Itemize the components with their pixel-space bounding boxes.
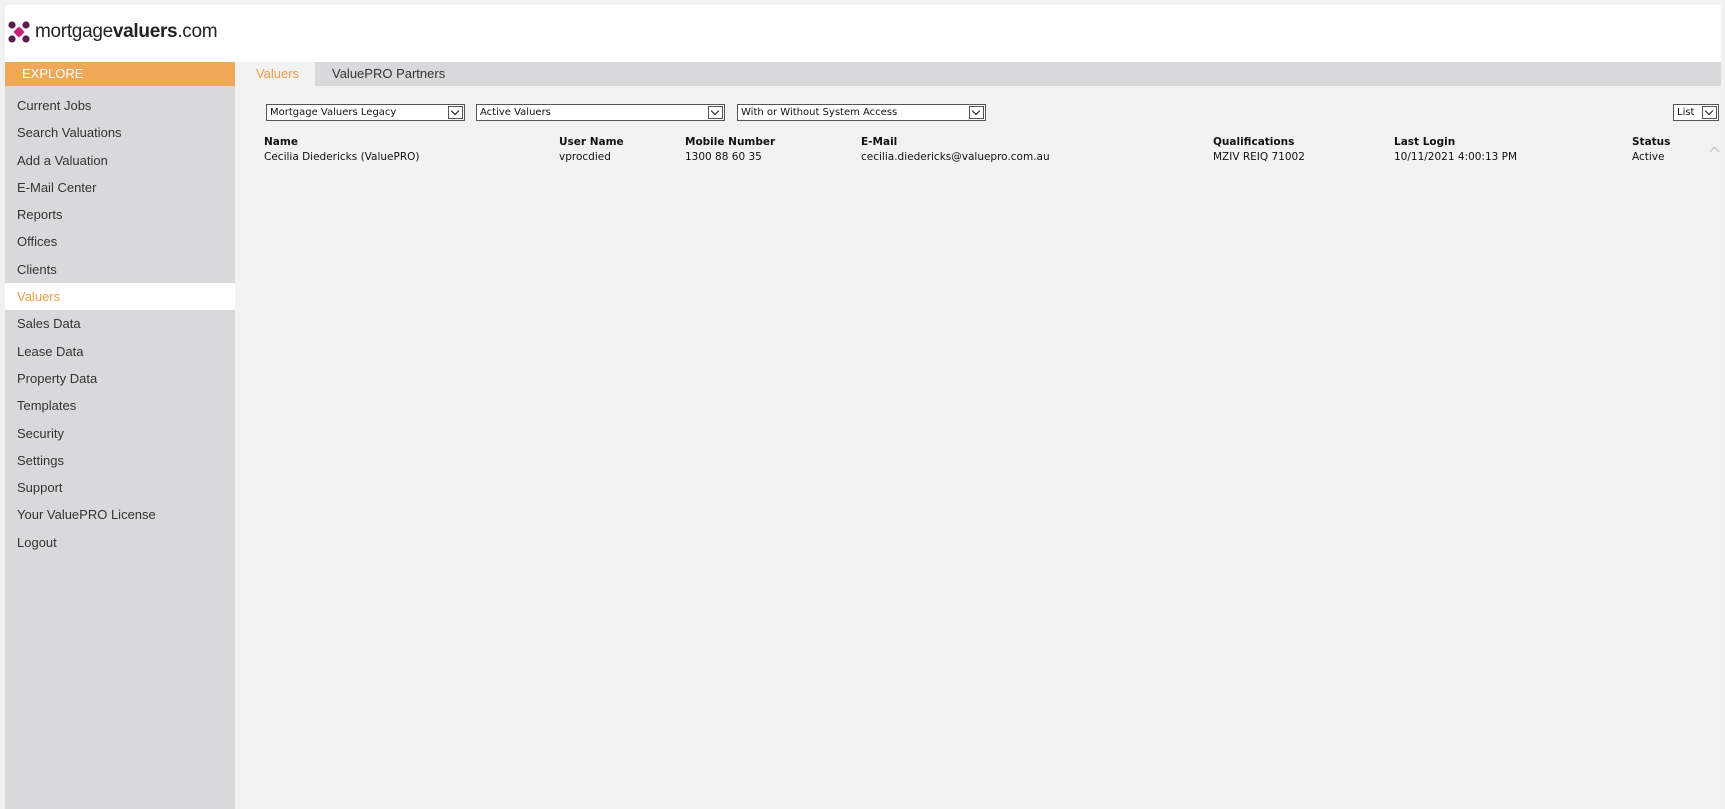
system-access-select[interactable]: With or Without System Access [737, 104, 986, 121]
cell-last-login: 10/11/2021 4:00:13 PM [1394, 151, 1518, 163]
logo-text: mortgagevaluers.com [35, 21, 218, 42]
sidebar-item-valuers[interactable]: Valuers [5, 283, 235, 311]
column-header-username[interactable]: User Name [559, 136, 624, 148]
sidebar-item-settings[interactable]: Settings [5, 447, 235, 474]
column-header-email[interactable]: E-Mail [861, 136, 897, 148]
company-select-value: Mortgage Valuers Legacy [270, 107, 397, 118]
company-select[interactable]: Mortgage Valuers Legacy [266, 104, 465, 121]
header: mortgagevaluers.com [5, 5, 1721, 56]
sidebar-item-license[interactable]: Your ValuePRO License [5, 501, 235, 528]
sidebar-header: EXPLORE [5, 62, 235, 86]
main-content: Valuers ValuePRO Partners Mortgage Value… [235, 62, 1721, 809]
sidebar-item-sales-data[interactable]: Sales Data [5, 310, 235, 337]
sidebar-item-lease-data[interactable]: Lease Data [5, 338, 235, 365]
tab-valuepro-partners[interactable]: ValuePRO Partners [332, 62, 445, 86]
logo[interactable]: mortgagevaluers.com [8, 21, 218, 43]
sidebar-item-current-jobs[interactable]: Current Jobs [5, 92, 235, 119]
cell-status: Active [1632, 151, 1665, 163]
cell-qualifications: MZIV REIQ 71002 [1213, 151, 1305, 163]
sidebar-item-templates[interactable]: Templates [5, 392, 235, 419]
sidebar-item-property-data[interactable]: Property Data [5, 365, 235, 392]
chevron-down-icon[interactable] [708, 106, 723, 119]
chevron-down-icon[interactable] [969, 106, 984, 119]
column-header-status[interactable]: Status [1632, 136, 1670, 148]
sidebar-item-support[interactable]: Support [5, 474, 235, 501]
sidebar: EXPLORE Current Jobs Search Valuations A… [5, 62, 235, 809]
sidebar-item-email-center[interactable]: E-Mail Center [5, 174, 235, 201]
tab-valuers[interactable]: Valuers [240, 62, 315, 86]
view-mode-select[interactable]: List [1673, 104, 1719, 121]
sidebar-item-logout[interactable]: Logout [5, 529, 235, 556]
cell-email: cecilia.diedericks@valuepro.com.au [861, 151, 1050, 163]
column-header-name[interactable]: Name [264, 136, 298, 148]
app-window: mortgagevaluers.com EXPLORE Current Jobs… [5, 5, 1721, 809]
sidebar-item-clients[interactable]: Clients [5, 256, 235, 283]
column-header-mobile[interactable]: Mobile Number [685, 136, 775, 148]
column-header-qualifications[interactable]: Qualifications [1213, 136, 1294, 148]
x-cross-logo-icon [8, 21, 30, 43]
tab-bar: Valuers ValuePRO Partners [240, 62, 1721, 86]
sidebar-item-security[interactable]: Security [5, 420, 235, 447]
valuer-status-select-value: Active Valuers [480, 107, 551, 118]
sidebar-item-offices[interactable]: Offices [5, 228, 235, 255]
column-header-last-login[interactable]: Last Login [1394, 136, 1455, 148]
cell-mobile: 1300 88 60 35 [685, 151, 762, 163]
system-access-select-value: With or Without System Access [741, 107, 898, 118]
sidebar-item-reports[interactable]: Reports [5, 201, 235, 228]
sidebar-item-add-valuation[interactable]: Add a Valuation [5, 147, 235, 174]
scroll-up-icon[interactable] [1708, 143, 1722, 157]
sidebar-nav: Current Jobs Search Valuations Add a Val… [5, 92, 235, 556]
sidebar-item-search-valuations[interactable]: Search Valuations [5, 119, 235, 146]
valuer-status-select[interactable]: Active Valuers [476, 104, 725, 121]
cell-username: vprocdied [559, 151, 611, 163]
view-mode-select-value: List [1677, 107, 1695, 118]
chevron-down-icon[interactable] [448, 106, 463, 119]
cell-name[interactable]: Cecilia Diedericks (ValuePRO) [264, 151, 420, 163]
chevron-down-icon[interactable] [1702, 106, 1717, 119]
